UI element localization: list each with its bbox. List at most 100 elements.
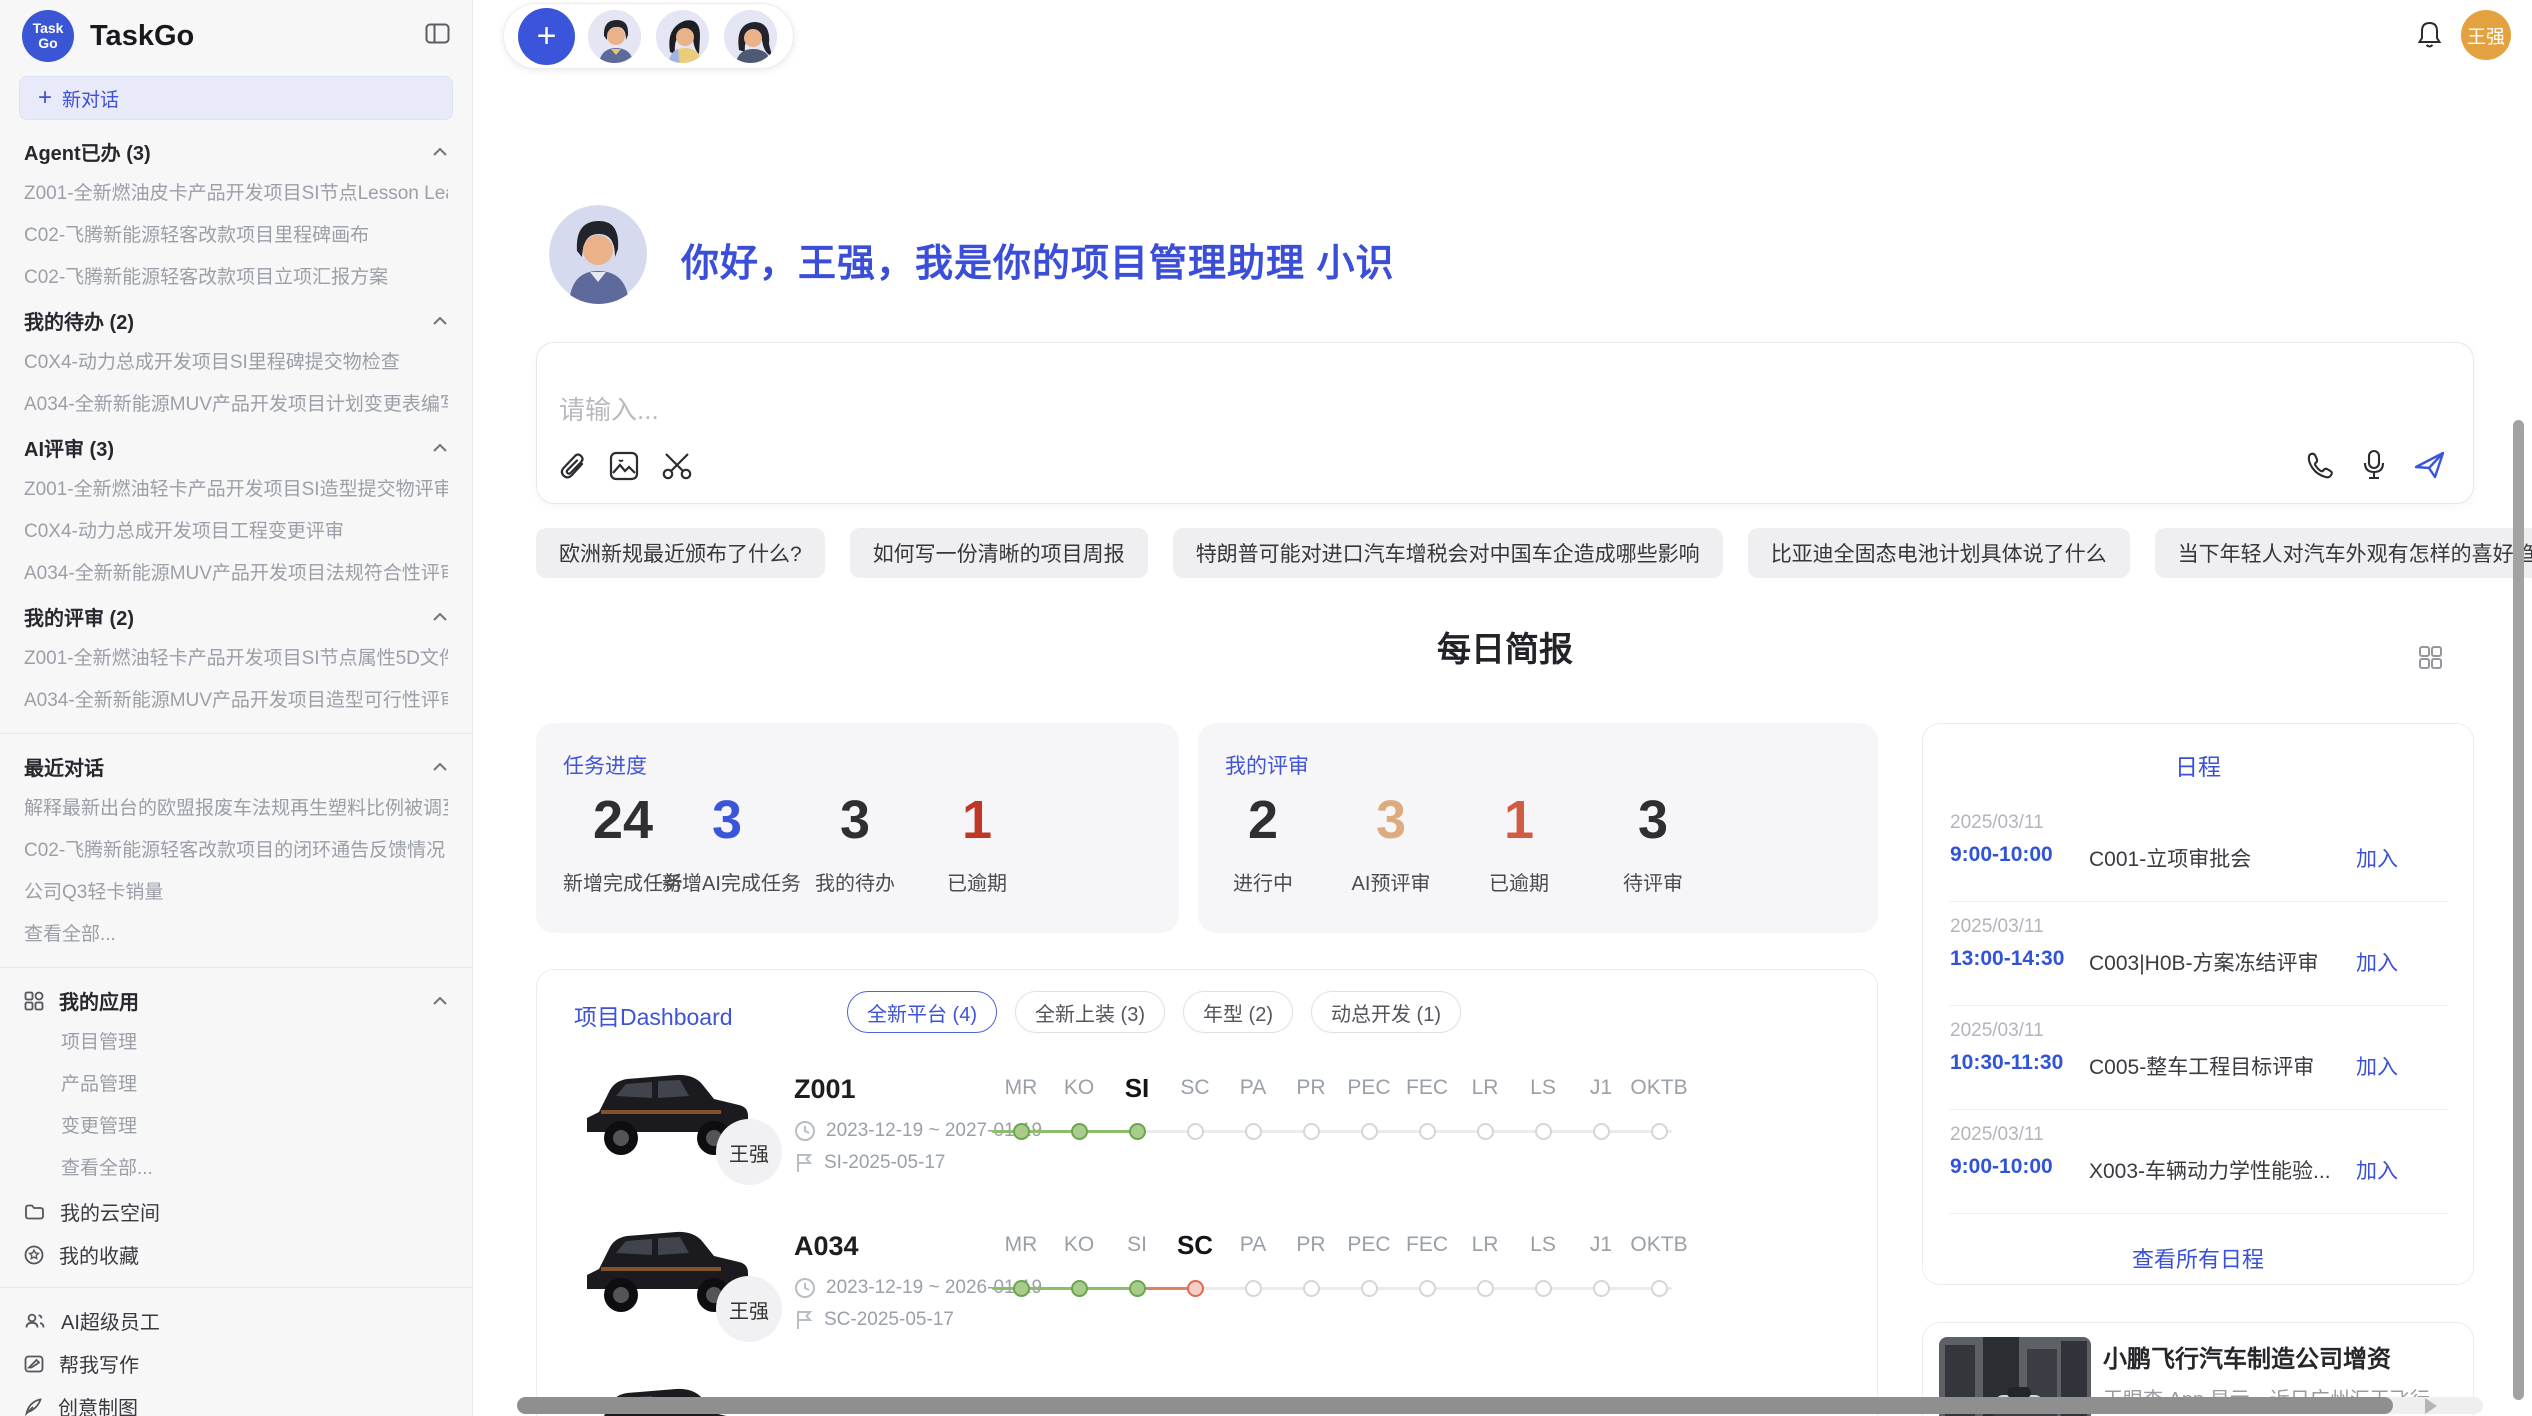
favorites-label: 我的收藏: [59, 1240, 139, 1269]
agent-avatar-3[interactable]: [722, 8, 779, 65]
sidebar-item[interactable]: C02-飞腾新能源轻客改款项目立项汇报方案: [24, 257, 448, 299]
suggestion-chip[interactable]: 比亚迪全固态电池计划具体说了什么: [1748, 528, 2130, 578]
agent-avatar-2[interactable]: [654, 8, 711, 65]
scroll-right-arrow[interactable]: [2425, 1398, 2437, 1414]
milestone-dot: [1572, 1123, 1630, 1140]
user-avatar[interactable]: 王强: [2461, 10, 2511, 60]
schedule-time: 13:00-14:30: [1950, 947, 2064, 971]
sidebar-item[interactable]: Z001-全新燃油轻卡产品开发项目SI节点属性5D文件评审: [24, 638, 448, 680]
horizontal-scrollbar-thumb[interactable]: [517, 1397, 2393, 1414]
send-icon[interactable]: [2413, 449, 2447, 481]
sidebar-item-drawing[interactable]: 创意制图: [24, 1385, 448, 1416]
project-dashboard-card: 项目Dashboard 全新平台 (4) 全新上装 (3) 年型 (2) 动总开…: [536, 969, 1878, 1416]
attachment-icon[interactable]: [559, 451, 587, 481]
chat-input[interactable]: [559, 395, 1459, 426]
milestone-dot: [1398, 1123, 1456, 1140]
join-link[interactable]: 加入: [2356, 1051, 2398, 1081]
sidebar-item[interactable]: A034-全新新能源MUV产品开发项目计划变更表编写: [24, 384, 448, 426]
sidebar-item[interactable]: C0X4-动力总成开发项目SI里程碑提交物检查: [24, 342, 448, 384]
sidebar-item[interactable]: Z001-全新燃油轻卡产品开发项目SI造型提交物评审: [24, 469, 448, 511]
sidebar-item-change-mgmt[interactable]: 变更管理: [24, 1106, 448, 1148]
phone-icon[interactable]: [2305, 450, 2335, 480]
divider: [1949, 1109, 2449, 1110]
sidebar-item[interactable]: C02-飞腾新能源轻客改款项目里程碑画布: [24, 215, 448, 257]
project-row-a034[interactable]: 王强 A034 2023-12-19 ~ 2026-01-19 SC-2025-…: [537, 1205, 1878, 1360]
milestone-dot: [1108, 1123, 1166, 1140]
filter-tab-upfit[interactable]: 全新上装 (3): [1015, 991, 1165, 1033]
milestone-dot: [1630, 1280, 1688, 1297]
section-title: AI评审 (3): [24, 433, 114, 462]
view-all-schedule-link[interactable]: 查看所有日程: [1923, 1242, 2473, 1274]
project-code: Z001: [794, 1074, 856, 1105]
sidebar-item[interactable]: C0X4-动力总成开发项目工程变更评审: [24, 511, 448, 553]
daily-briefing-title: 每日简报: [536, 628, 2474, 672]
microphone-icon[interactable]: [2361, 449, 2387, 481]
sidebar-section-ai-review[interactable]: AI评审 (3): [24, 426, 448, 469]
join-link[interactable]: 加入: [2356, 843, 2398, 873]
suggestion-chip[interactable]: 如何写一份清晰的项目周报: [850, 528, 1148, 578]
logo-text-2: Go: [38, 36, 57, 51]
flag-icon: [794, 1309, 814, 1331]
milestone-label: OKTB: [1630, 1070, 1688, 1106]
filter-tab-year-model[interactable]: 年型 (2): [1183, 991, 1293, 1033]
suggestion-chip[interactable]: 欧洲新规最近颁布了什么?: [536, 528, 825, 578]
notification-bell-icon[interactable]: [2416, 20, 2443, 55]
schedule-item: 2025/03/11 9:00-10:00 X003-车辆动力学性能验... 加…: [1923, 1124, 2475, 1228]
join-link[interactable]: 加入: [2356, 1155, 2398, 1185]
section-title: 最近对话: [24, 752, 104, 781]
image-icon[interactable]: [609, 451, 639, 481]
grid-view-icon[interactable]: [2418, 645, 2443, 675]
sidebar-section-agent-done[interactable]: Agent已办 (3): [24, 130, 448, 173]
clock-icon: [794, 1120, 816, 1142]
sidebar-item-cloud-space[interactable]: 我的云空间: [24, 1190, 448, 1233]
sidebar-section-my-apps[interactable]: 我的应用: [24, 979, 448, 1022]
join-link[interactable]: 加入: [2356, 947, 2398, 977]
suggestion-chip[interactable]: 特朗普可能对进口汽车增税会对中国车企造成哪些影响: [1173, 528, 1723, 578]
milestone-label: PR: [1282, 1070, 1340, 1106]
sidebar-item[interactable]: Z001-全新燃油皮卡产品开发项目SI节点Lesson Learn报告: [24, 173, 448, 215]
sidebar-section-my-review[interactable]: 我的评审 (2): [24, 595, 448, 638]
section-title: 我的应用: [59, 986, 139, 1015]
milestone-label-current: SI: [1108, 1070, 1166, 1106]
add-agent-button[interactable]: +: [518, 8, 575, 65]
sidebar-item[interactable]: 公司Q3轻卡销量: [24, 872, 448, 914]
drawing-icon: [24, 1397, 43, 1416]
plus-icon: +: [38, 86, 52, 110]
suggestion-chip[interactable]: 当下年轻人对汽车外观有怎样的喜好趋势: [2155, 528, 2532, 578]
project-row-z001[interactable]: 王强 Z001 2023-12-19 ~ 2027-01-19 SI-2025-…: [537, 1048, 1878, 1203]
milestone-label: KO: [1050, 1070, 1108, 1106]
sidebar-item-writing[interactable]: 帮我写作: [24, 1342, 448, 1385]
scissors-icon[interactable]: [661, 451, 693, 481]
sidebar-item-view-all-apps[interactable]: 查看全部...: [24, 1148, 448, 1190]
agent-avatar-1[interactable]: [586, 8, 643, 65]
collapse-sidebar-icon[interactable]: [425, 23, 450, 49]
composer: [536, 342, 2474, 504]
chevron-up-icon: [432, 612, 448, 622]
schedule-event-title: X003-车辆动力学性能验...: [2089, 1155, 2331, 1185]
new-chat-button[interactable]: + 新对话: [19, 76, 453, 120]
sidebar-item-project-mgmt[interactable]: 项目管理: [24, 1022, 448, 1064]
app-logo: Task Go: [22, 10, 74, 62]
sidebar-item[interactable]: A034-全新新能源MUV产品开发项目法规符合性评审: [24, 553, 448, 595]
milestone-dot: [1398, 1280, 1456, 1297]
filter-tab-platform[interactable]: 全新平台 (4): [847, 991, 997, 1033]
sidebar-item-ai-staff[interactable]: AI超级员工: [24, 1299, 448, 1342]
favorites-icon: [24, 1245, 44, 1265]
sidebar-item[interactable]: 解释最新出台的欧盟报废车法规再生塑料比例被调至15%...: [24, 788, 448, 830]
sidebar-section-recent-chats[interactable]: 最近对话: [24, 745, 448, 788]
sidebar-section-my-todo[interactable]: 我的待办 (2): [24, 299, 448, 342]
sidebar-item[interactable]: C02-飞腾新能源轻客改款项目的闭环通告反馈情况: [24, 830, 448, 872]
new-chat-label: 新对话: [62, 85, 119, 112]
vertical-scrollbar-thumb[interactable]: [2513, 420, 2524, 1400]
sidebar-item-favorites[interactable]: 我的收藏: [24, 1233, 448, 1276]
sidebar-item-product-mgmt[interactable]: 产品管理: [24, 1064, 448, 1106]
milestone-label: J1: [1572, 1070, 1630, 1106]
sidebar-item[interactable]: A034-全新新能源MUV产品开发项目造型可行性评审: [24, 680, 448, 722]
milestone-dot: [1340, 1123, 1398, 1140]
cloud-space-label: 我的云空间: [60, 1197, 160, 1226]
stat-review-overdue: 1 已逾期: [1454, 789, 1584, 896]
sidebar-item-view-all[interactable]: 查看全部...: [24, 914, 448, 956]
flag-icon: [794, 1152, 814, 1174]
filter-tab-powertrain[interactable]: 动总开发 (1): [1311, 991, 1461, 1033]
drawing-label: 创意制图: [58, 1392, 138, 1416]
